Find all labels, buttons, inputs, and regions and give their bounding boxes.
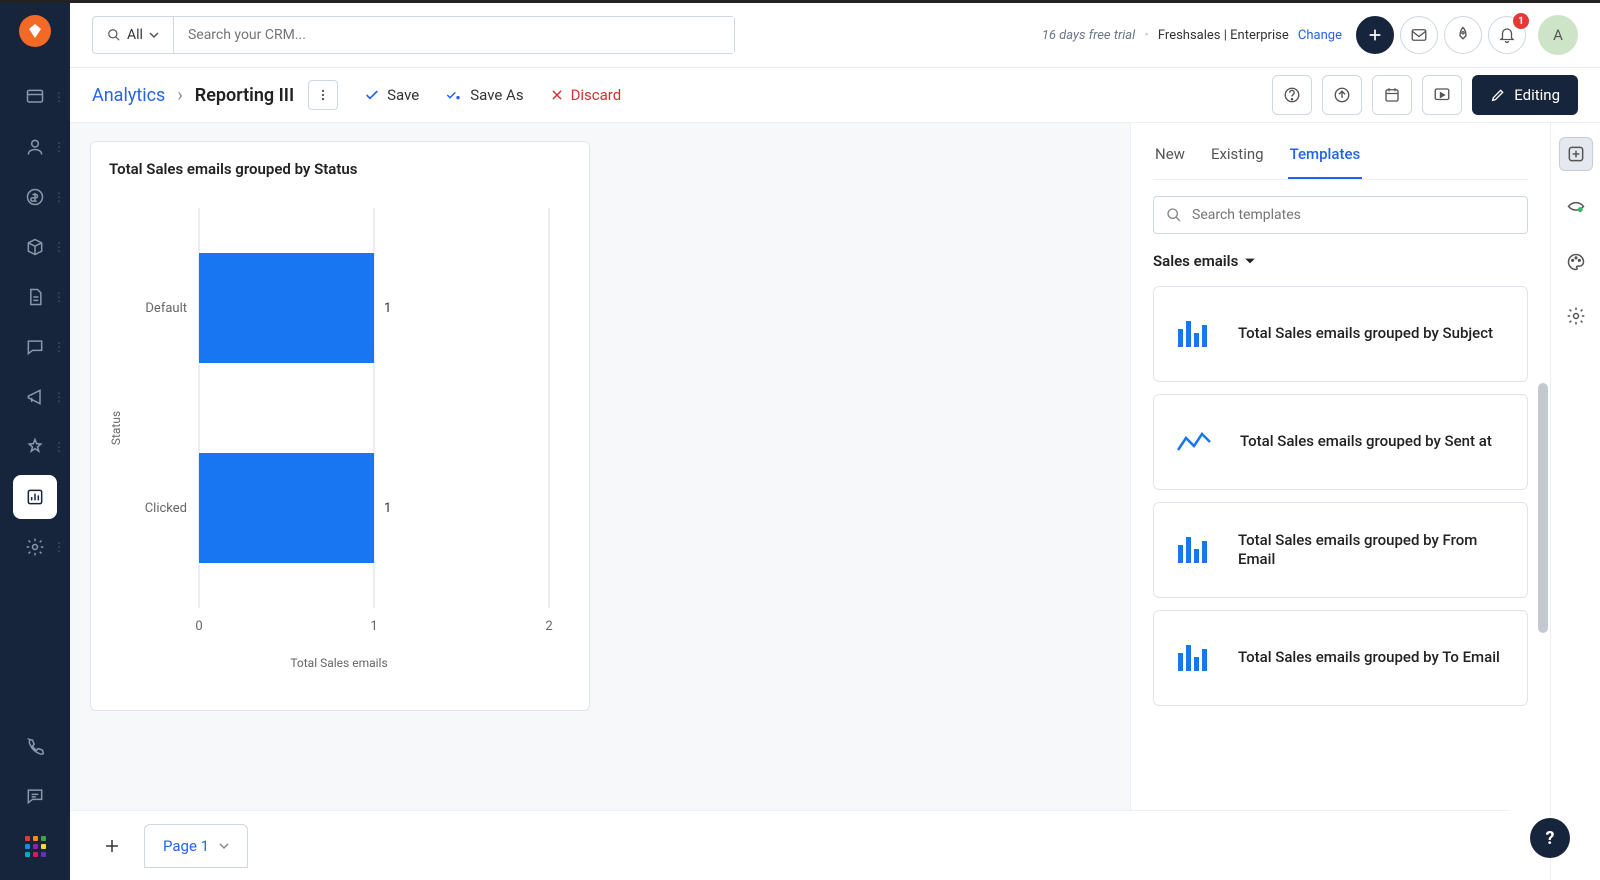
breadcrumb: Analytics › Reporting III <box>92 85 294 106</box>
check-icon <box>364 87 380 103</box>
bar-chart-icon <box>1176 535 1210 565</box>
bar-chart-icon <box>1176 319 1210 349</box>
svg-text:2: 2 <box>545 619 552 634</box>
present-icon[interactable] <box>1422 75 1462 115</box>
nav-chat-icon[interactable] <box>13 774 57 818</box>
page-tab[interactable]: Page 1 <box>144 824 248 868</box>
discard-button[interactable]: Discard <box>550 86 622 104</box>
nav-dashboard-icon[interactable]: ⋮ <box>13 75 57 119</box>
tab-existing[interactable]: Existing <box>1209 137 1266 179</box>
more-menu-button[interactable] <box>308 80 338 110</box>
add-widget-icon[interactable] <box>1559 137 1593 171</box>
template-group-toggle[interactable]: Sales emails <box>1153 252 1528 270</box>
nav-settings-icon[interactable]: ⋮ <box>13 525 57 569</box>
change-plan-link[interactable]: Change <box>1298 28 1342 43</box>
nav-products-icon[interactable]: ⋮ <box>13 225 57 269</box>
svg-text:1: 1 <box>384 501 391 516</box>
search-icon <box>107 28 121 42</box>
nav-automation-icon[interactable]: ⋮ <box>13 425 57 469</box>
help-bubble[interactable]: ? <box>1530 818 1570 858</box>
nav-documents-icon[interactable]: ⋮ <box>13 275 57 319</box>
nav-conversations-icon[interactable]: ⋮ <box>13 325 57 369</box>
template-card[interactable]: Total Sales emails grouped by Subject <box>1153 286 1528 382</box>
svg-text:1: 1 <box>370 619 377 634</box>
filter-icon[interactable] <box>1559 191 1593 225</box>
mail-icon[interactable] <box>1400 16 1438 54</box>
save-button[interactable]: Save <box>364 86 419 104</box>
chart-x-axis-label: Total Sales emails <box>290 656 387 670</box>
notification-badge: 1 <box>1513 13 1529 29</box>
left-sidebar: ⋮ ⋮ ⋮ ⋮ ⋮ ⋮ ⋮ ⋮ <box>0 3 70 880</box>
action-bar: Analytics › Reporting III Save Save As D… <box>70 68 1600 123</box>
templates-panel: New Existing Templates Sales emails Total … <box>1130 123 1550 880</box>
top-header: All 16 days free trial • Freshsales | En… <box>70 3 1600 68</box>
close-icon <box>550 88 564 102</box>
nav-contacts-icon[interactable]: ⋮ <box>13 125 57 169</box>
app-logo[interactable] <box>19 15 51 47</box>
chevron-down-icon <box>149 30 159 40</box>
export-icon[interactable] <box>1322 75 1362 115</box>
caret-down-icon <box>1244 255 1256 267</box>
caret-down-icon <box>219 841 229 851</box>
help-icon[interactable] <box>1272 75 1312 115</box>
bell-icon[interactable]: 1 <box>1488 16 1526 54</box>
breadcrumb-root[interactable]: Analytics <box>92 85 165 106</box>
pencil-icon <box>1490 87 1506 103</box>
nav-deals-icon[interactable]: ⋮ <box>13 175 57 219</box>
tab-templates[interactable]: Templates <box>1288 137 1363 179</box>
config-icon[interactable] <box>1559 299 1593 333</box>
svg-text:Default: Default <box>145 301 187 316</box>
scrollbar-thumb[interactable] <box>1538 383 1548 633</box>
chart-title: Total Sales emails grouped by Status <box>109 160 571 178</box>
add-page-button[interactable] <box>92 826 132 866</box>
chart-widget[interactable]: Total Sales emails grouped by Status Sta… <box>90 141 590 711</box>
search-input[interactable] <box>174 17 734 53</box>
chart-y-axis-label: Status <box>109 411 123 445</box>
template-label: Total Sales emails grouped by Subject <box>1238 324 1493 344</box>
rocket-icon[interactable] <box>1444 16 1482 54</box>
schedule-icon[interactable] <box>1372 75 1412 115</box>
svg-text:0: 0 <box>195 619 202 634</box>
template-label: Total Sales emails grouped by Sent at <box>1240 432 1492 452</box>
bar-chart-icon <box>1176 643 1210 673</box>
trial-info: 16 days free trial • Freshsales | Enterp… <box>1042 28 1342 43</box>
line-chart-icon <box>1176 430 1212 454</box>
template-card[interactable]: Total Sales emails grouped by To Email <box>1153 610 1528 706</box>
add-button[interactable] <box>1356 16 1394 54</box>
chart-plot: 0 1 2 Default 1 Clicked 1 <box>109 188 569 668</box>
nav-phone-icon[interactable] <box>13 724 57 768</box>
search-scope-dropdown[interactable]: All <box>93 17 174 53</box>
search-icon <box>1166 207 1182 223</box>
user-avatar[interactable]: A <box>1538 15 1578 55</box>
nav-analytics-icon[interactable] <box>13 475 57 519</box>
svg-text:Clicked: Clicked <box>145 501 187 516</box>
nav-campaigns-icon[interactable]: ⋮ <box>13 375 57 419</box>
editing-mode-button[interactable]: Editing <box>1472 75 1578 115</box>
save-as-button[interactable]: Save As <box>445 86 523 104</box>
template-label: Total Sales emails grouped by From Email <box>1238 531 1505 570</box>
template-search-input[interactable] <box>1192 207 1515 223</box>
template-card[interactable]: Total Sales emails grouped by Sent at <box>1153 394 1528 490</box>
template-search <box>1153 196 1528 234</box>
template-card[interactable]: Total Sales emails grouped by From Email <box>1153 502 1528 598</box>
mini-toolbar <box>1550 123 1600 880</box>
nav-apps-icon[interactable] <box>13 824 57 868</box>
tab-new[interactable]: New <box>1153 137 1187 179</box>
search-scope-label: All <box>127 27 143 43</box>
chevron-right-icon: › <box>177 85 182 106</box>
check-all-icon <box>445 87 463 103</box>
breadcrumb-current: Reporting III <box>195 85 294 106</box>
svg-text:1: 1 <box>384 301 391 316</box>
page-tabs-bar: Page 1 <box>70 810 1510 880</box>
theme-icon[interactable] <box>1559 245 1593 279</box>
template-label: Total Sales emails grouped by To Email <box>1238 648 1500 668</box>
